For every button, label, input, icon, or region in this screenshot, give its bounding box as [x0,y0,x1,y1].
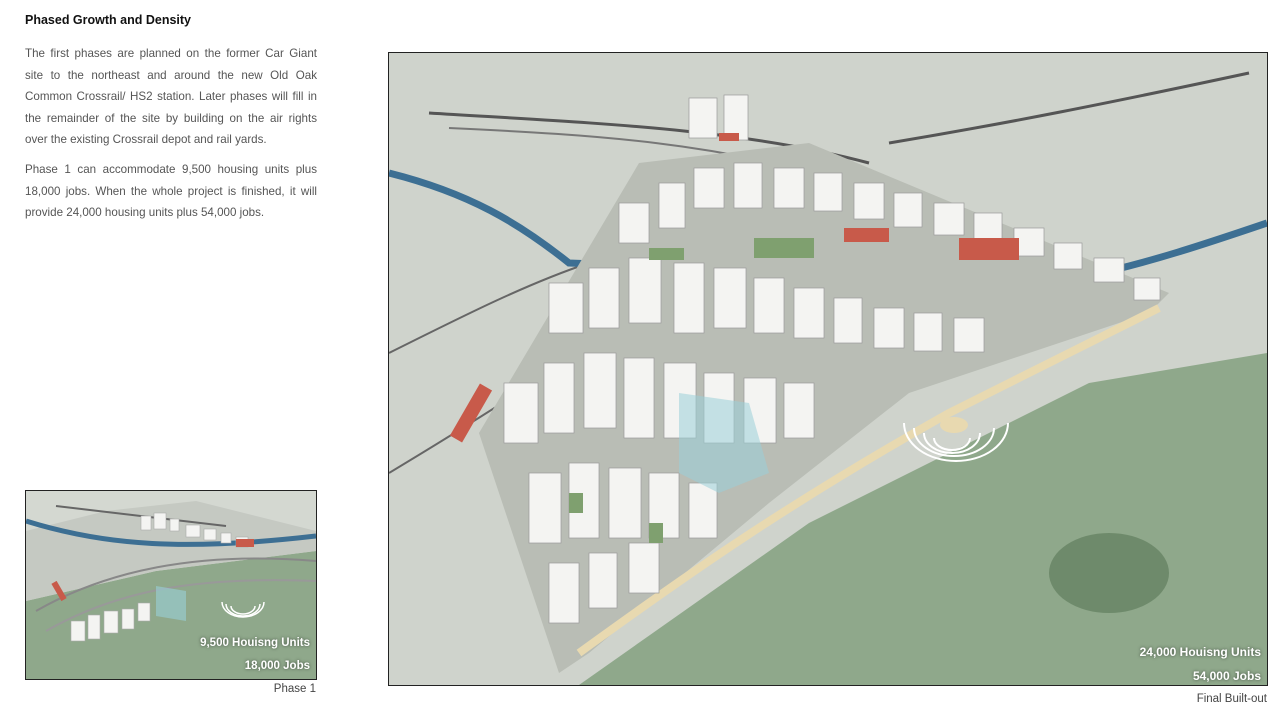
phase1-units-label: 9,500 Houisng Units [200,637,310,649]
phase1-caption: Phase 1 [273,683,316,695]
phase1-render-image [26,491,316,679]
final-jobs-label: 54,000 Jobs [1192,669,1261,683]
page-title: Phased Growth and Density [25,13,192,27]
final-caption: Final Built-out [1196,693,1267,705]
intro-paragraph: The first phases are planned on the form… [25,47,317,146]
phase1-aerial-render: 9,500 Houisng Units 18,000 Jobs [25,490,317,680]
final-buildout-aerial-render: 24,000 Houisng Units 54,000 Jobs [388,52,1268,686]
phase1-jobs-label: 18,000 Jobs [244,660,310,672]
final-render-image [389,53,1267,685]
final-units-label: 24,000 Houisng Units [1139,645,1261,659]
capacity-paragraph: Phase 1 can accommodate 9,500 housing un… [25,163,317,219]
